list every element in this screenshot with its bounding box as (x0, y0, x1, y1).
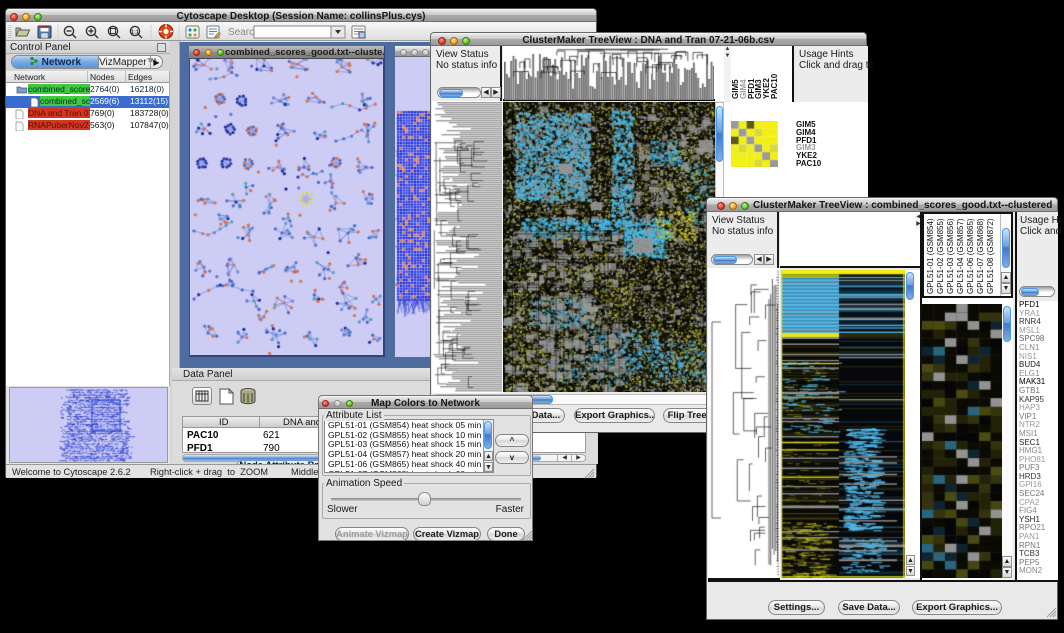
svg-text:1:1: 1:1 (131, 30, 139, 36)
